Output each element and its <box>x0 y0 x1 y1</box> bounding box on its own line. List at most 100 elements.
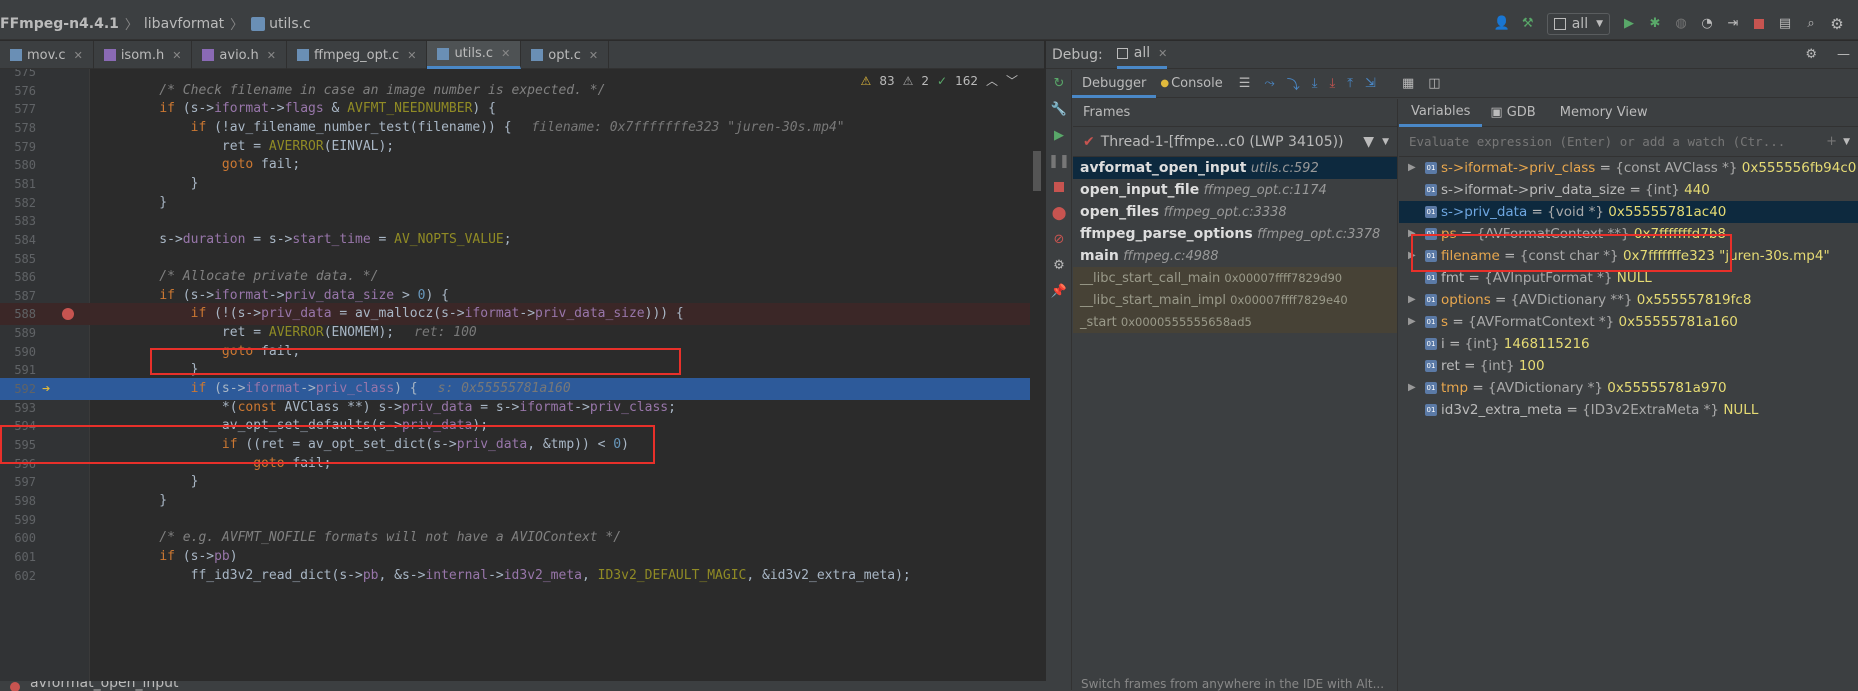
weak-warning-count: 2 <box>921 73 929 88</box>
code-text[interactable]: ff_id3v2_read_dict(s->pb, &s->internal->… <box>128 565 911 587</box>
chevron-down-icon[interactable]: ﹀ <box>1006 72 1018 89</box>
attach-icon[interactable]: ⇥ <box>1722 13 1744 35</box>
variable-type-icon: 01 <box>1425 184 1437 196</box>
tab-isom-h[interactable]: isom.h ✕ <box>94 41 193 69</box>
pin-icon[interactable]: 📌 <box>1046 278 1072 304</box>
variable-row[interactable]: 01 ret = {int} 100 <box>1399 355 1858 377</box>
close-icon[interactable]: ✕ <box>589 49 598 62</box>
code-line[interactable]: 602 ff_id3v2_read_dict(s->pb, &s->intern… <box>0 565 1044 587</box>
mute-breakpoints-icon[interactable]: ⊘ <box>1046 226 1072 252</box>
close-icon[interactable]: ✕ <box>172 49 181 62</box>
tab-variables[interactable]: Variables <box>1399 99 1483 127</box>
step-out-icon[interactable]: ⤒ <box>1347 76 1353 91</box>
settings-icon[interactable]: ⚙ <box>1826 13 1848 35</box>
pause-icon[interactable]: ❚❚ <box>1046 148 1072 174</box>
modify-run-config-icon[interactable]: 🔧 <box>1046 96 1072 122</box>
variable-row[interactable]: ▶ 01 tmp = {AVDictionary *} 0x55555781a970 <box>1399 377 1858 399</box>
line-number[interactable]: 602 <box>0 565 36 587</box>
layout-icon[interactable]: ◫ <box>1428 76 1440 91</box>
step-into-icon[interactable]: ⤓ <box>1312 76 1318 91</box>
tab-ffmpeg-opt-c[interactable]: ffmpeg_opt.c ✕ <box>287 41 428 69</box>
close-icon[interactable]: ✕ <box>74 49 83 62</box>
tab-debugger[interactable]: Debugger <box>1072 70 1157 98</box>
expand-arrow-icon[interactable]: ▶ <box>1408 289 1416 311</box>
stack-frame[interactable]: avformat_open_input utils.c:592 <box>1073 157 1397 179</box>
show-execution-point-icon[interactable]: ⤳ <box>1264 76 1274 91</box>
tab-gdb[interactable]: GDB <box>1503 105 1548 120</box>
library-frame[interactable]: __libc_start_main_impl 0x00007ffff7829e4… <box>1073 289 1397 311</box>
breadcrumb-file[interactable]: utils.c <box>269 16 311 32</box>
tab-avio-h[interactable]: avio.h ✕ <box>192 41 287 69</box>
chevron-down-icon[interactable]: ▼ <box>1382 137 1389 147</box>
search-icon[interactable]: ⌕ <box>1800 13 1822 35</box>
coverage-icon[interactable]: ◍ <box>1670 13 1692 35</box>
library-frame[interactable]: _start 0x0000555555658ad5 <box>1073 311 1397 333</box>
user-icon[interactable]: 👤 <box>1491 13 1513 35</box>
watch-input[interactable]: Evaluate expression (Enter) or add a wat… <box>1399 127 1858 157</box>
debug-icon[interactable]: ✱ <box>1644 13 1666 35</box>
resume-icon[interactable]: ▶ <box>1046 122 1072 148</box>
layout-icon[interactable]: ▤ <box>1774 13 1796 35</box>
tab-opt-c[interactable]: opt.c ✕ <box>521 41 610 69</box>
variable-row[interactable]: 01 s->iformat->priv_data_size = {int} 440 <box>1399 179 1858 201</box>
profile-icon[interactable]: ◔ <box>1696 13 1718 35</box>
variable-row[interactable]: ▶ 01 options = {AVDictionary **} 0x5555578… <box>1399 289 1858 311</box>
tab-mov-c[interactable]: mov.c ✕ <box>0 41 94 69</box>
variable-row[interactable]: ▶ 01 s = {AVFormatContext *} 0x55555781a16… <box>1399 311 1858 333</box>
close-icon[interactable]: ✕ <box>501 47 510 60</box>
view-breakpoints-icon[interactable]: ⬤ <box>1046 200 1072 226</box>
evaluate-icon[interactable]: ▦ <box>1402 76 1414 91</box>
thread-selector[interactable]: ✔ Thread-1-[ffmpe...c0 (LWP 34105)) ▼ ▼ <box>1073 127 1397 157</box>
breakpoint-icon[interactable] <box>62 308 74 321</box>
settings-icon[interactable]: ⚙ <box>1805 47 1817 62</box>
tab-memory-view[interactable]: Memory View <box>1548 105 1660 120</box>
step-over-icon[interactable]: ⤵ <box>1287 74 1300 93</box>
expand-arrow-icon[interactable]: ▶ <box>1408 311 1416 333</box>
run-to-cursor-icon[interactable]: ⇲ <box>1365 76 1376 91</box>
frame-address: 0x0000555555658ad5 <box>1120 315 1252 329</box>
scroll-thumb[interactable] <box>1033 151 1041 191</box>
stop-icon[interactable] <box>1046 174 1072 200</box>
close-icon[interactable]: ✕ <box>407 49 416 62</box>
library-frame[interactable]: __libc_start_call_main 0x00007ffff7829d9… <box>1073 267 1397 289</box>
run-icon[interactable]: ▶ <box>1618 13 1640 35</box>
variable-row[interactable]: 01 s->priv_data = {void *} 0x55555781ac40 <box>1399 201 1858 223</box>
run-config-select[interactable]: all ▼ <box>1546 12 1610 35</box>
build-hammer-icon[interactable]: ⚒ <box>1517 13 1539 35</box>
frame-location: ffmpeg_opt.c:3338 <box>1163 205 1287 220</box>
warning-icon: ⚠ <box>860 73 872 88</box>
breadcrumb-folder[interactable]: libavformat <box>144 16 224 32</box>
editor-scrollbar[interactable] <box>1030 69 1044 681</box>
close-icon[interactable]: ✕ <box>267 49 276 62</box>
menu-icon[interactable]: ☰ <box>1239 76 1251 91</box>
rerun-icon[interactable]: ↻ <box>1046 70 1072 96</box>
expand-arrow-icon[interactable]: ▶ <box>1408 377 1416 399</box>
variable-row[interactable]: 01 i = {int} 1468115216 <box>1399 333 1858 355</box>
stack-frame[interactable]: open_input_file ffmpeg_opt.c:1174 <box>1073 179 1397 201</box>
variable-row[interactable]: 01 id3v2_extra_meta = {ID3v2ExtraMeta *} … <box>1399 399 1858 421</box>
code-editor[interactable]: 575 576 /* Check filename in case an imag… <box>0 69 1044 681</box>
filter-icon[interactable]: ▼ <box>1363 134 1374 150</box>
stack-frame[interactable]: main ffmpeg.c:4988 <box>1073 245 1397 267</box>
close-icon[interactable]: ✕ <box>1158 47 1167 60</box>
tab-utils-c[interactable]: utils.c ✕ <box>427 41 522 69</box>
stack-frame[interactable]: open_files ffmpeg_opt.c:3338 <box>1073 201 1397 223</box>
variable-type: {AVFormatContext *} <box>1467 314 1615 330</box>
variable-row[interactable]: ▶ 01 s->iformat->priv_class = {const AVCla… <box>1399 157 1858 179</box>
force-step-into-icon[interactable]: ⤓ <box>1330 76 1336 91</box>
chevron-up-icon[interactable]: ︿ <box>986 72 998 89</box>
settings-icon[interactable]: ⚙ <box>1046 252 1072 278</box>
stop-icon[interactable] <box>1748 13 1770 35</box>
tab-console[interactable]: Console <box>1169 76 1231 91</box>
frame-location: ffmpeg.c:4988 <box>1123 249 1219 264</box>
variables-tabs: Variables ▣ GDB Memory View <box>1399 99 1858 127</box>
minimize-icon[interactable]: — <box>1837 47 1850 62</box>
add-watch-icon[interactable]: + <box>1826 134 1837 149</box>
expand-arrow-icon[interactable]: ▶ <box>1408 157 1416 179</box>
inspection-widget[interactable]: ⚠ 83 ⚠ 2 ✓ 162 ︿ ﹀ <box>861 72 1018 89</box>
current-function-label[interactable]: avformat_open_input <box>30 681 179 691</box>
chevron-down-icon[interactable]: ▼ <box>1843 137 1850 147</box>
stack-frame[interactable]: ffmpeg_parse_options ffmpeg_opt.c:3378 <box>1073 223 1397 245</box>
breadcrumb-project[interactable]: FFmpeg-n4.4.1 <box>0 16 119 32</box>
debug-session-tab[interactable]: all ✕ <box>1116 41 1168 69</box>
